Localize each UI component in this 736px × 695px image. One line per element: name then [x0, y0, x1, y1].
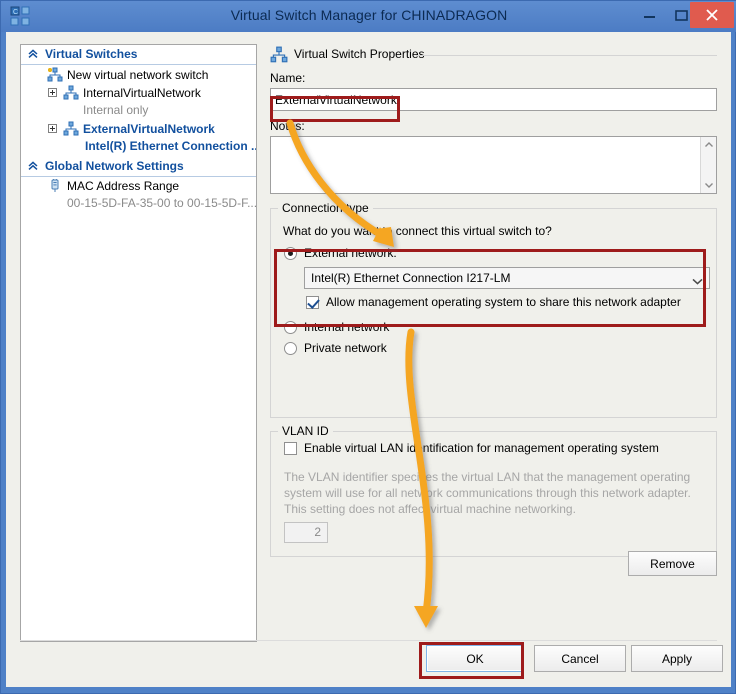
connection-type-question: What do you want to connect this virtual…	[283, 224, 552, 238]
connection-type-legend: Connection type	[278, 201, 373, 215]
virtual-switch-icon	[63, 121, 79, 137]
title-bar: C Virtual Switch Manager for CHINADRAGON	[1, 1, 736, 32]
close-icon	[706, 9, 718, 21]
name-label: Name:	[270, 71, 306, 85]
scroll-up-icon[interactable]	[703, 139, 715, 151]
notes-label: Notes:	[270, 119, 305, 133]
chevron-down-icon	[692, 274, 703, 285]
virtual-switch-manager-window: C Virtual Switch Manager for CHINADRAGON	[0, 0, 736, 694]
expand-toggle-icon[interactable]	[48, 88, 57, 97]
tree-item-mac-address-range-sub: 00-15-5D-FA-35-00 to 00-15-5D-F...	[21, 195, 256, 213]
mac-address-icon	[47, 178, 63, 194]
allow-management-share-label: Allow management operating system to sha…	[326, 295, 681, 309]
tree-item-internal-virtual-network-sub: Internal only	[21, 102, 256, 120]
vlan-id-input[interactable]: 2	[284, 522, 328, 543]
dialog-client-area: Virtual Switches New virtual network swi…	[6, 32, 731, 687]
tree-section-header-virtual-switches[interactable]: Virtual Switches	[21, 45, 256, 65]
network-adapter-dropdown[interactable]: Intel(R) Ethernet Connection I217-LM	[304, 267, 710, 289]
virtual-switch-icon	[270, 46, 288, 64]
virtual-switch-tree[interactable]: Virtual Switches New virtual network swi…	[20, 44, 257, 642]
footer-divider	[20, 640, 717, 641]
properties-pane: Virtual Switch Properties Name: Notes:	[20, 44, 717, 642]
tree-section-header-global-network-settings[interactable]: Global Network Settings	[21, 157, 256, 177]
enable-vlan-label: Enable virtual LAN identification for ma…	[304, 441, 659, 455]
tree-item-external-virtual-network[interactable]: ExternalVirtualNetwork	[21, 120, 256, 138]
checkbox-allow-management-share[interactable]	[306, 296, 319, 309]
tree-item-label: InternalVirtualNetwork	[83, 86, 201, 100]
tree-section-label: Virtual Switches	[45, 47, 138, 61]
tree-item-label: MAC Address Range	[67, 179, 180, 193]
apply-button[interactable]: Apply	[631, 645, 723, 672]
tree-item-mac-address-range[interactable]: MAC Address Range	[21, 177, 256, 195]
private-network-label: Private network	[304, 341, 387, 355]
vlan-id-legend: VLAN ID	[278, 424, 333, 438]
tree-section-label: Global Network Settings	[45, 159, 184, 173]
expand-toggle-icon[interactable]	[48, 124, 57, 133]
vlan-description: The VLAN identifier specifies the virtua…	[284, 470, 691, 516]
internal-network-label: Internal network	[304, 320, 390, 334]
virtual-switch-icon	[63, 85, 79, 101]
tree-item-label: New virtual network switch	[67, 68, 209, 82]
chevron-double-up-icon	[27, 48, 39, 60]
tree-item-subtitle: 00-15-5D-FA-35-00 to 00-15-5D-F...	[67, 196, 257, 210]
notes-textarea[interactable]	[270, 136, 717, 194]
chevron-double-up-icon	[27, 160, 39, 172]
remove-button[interactable]: Remove	[628, 551, 717, 576]
scroll-down-icon[interactable]	[703, 179, 715, 191]
minimize-button[interactable]	[633, 2, 665, 28]
radio-private-network[interactable]	[284, 342, 297, 355]
tree-item-new-virtual-network-switch[interactable]: New virtual network switch	[21, 65, 256, 84]
window-title: Virtual Switch Manager for CHINADRAGON	[230, 7, 508, 23]
checkbox-enable-vlan[interactable]	[284, 442, 297, 455]
tree-item-subtitle: Intel(R) Ethernet Connection ...	[85, 139, 257, 153]
connection-type-group	[270, 208, 717, 418]
close-button[interactable]	[690, 2, 734, 28]
group-divider	[416, 55, 717, 56]
external-network-label: External network:	[304, 246, 397, 260]
new-virtual-switch-icon	[47, 67, 63, 83]
minimize-icon	[644, 16, 655, 18]
properties-group-title: Virtual Switch Properties	[294, 47, 425, 61]
name-input[interactable]	[270, 88, 717, 111]
tree-item-label: ExternalVirtualNetwork	[83, 122, 215, 136]
ok-button[interactable]: OK	[426, 645, 524, 672]
tree-item-external-virtual-network-sub: Intel(R) Ethernet Connection ...	[21, 138, 256, 157]
notes-scrollbar[interactable]	[700, 137, 716, 193]
cancel-button[interactable]: Cancel	[534, 645, 626, 672]
tree-item-internal-virtual-network[interactable]: InternalVirtualNetwork	[21, 84, 256, 102]
network-adapter-value: Intel(R) Ethernet Connection I217-LM	[311, 271, 511, 285]
radio-external-network[interactable]	[284, 247, 297, 260]
radio-internal-network[interactable]	[284, 321, 297, 334]
tree-item-subtitle: Internal only	[83, 103, 149, 117]
